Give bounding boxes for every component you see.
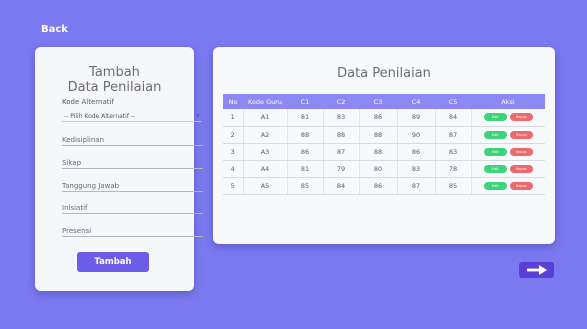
- table-row: 5 A5 85 84 86 87 85 Edit Hapus: [223, 177, 545, 195]
- cell-c2: 83: [323, 109, 360, 127]
- cell-aksi: Edit Hapus: [471, 160, 545, 178]
- kode-alternatif-value: -- Pilih Kode Alternatif --: [64, 112, 136, 120]
- cell-kode: A3: [243, 143, 288, 161]
- cell-c1: 88: [287, 126, 324, 144]
- inisiatif-field[interactable]: [62, 202, 203, 214]
- header-c4: C4: [397, 94, 435, 109]
- header-kode-guru: Kode Guru: [243, 94, 287, 109]
- edit-button[interactable]: Edit: [483, 113, 507, 122]
- cell-no: 2: [223, 126, 244, 144]
- hapus-button[interactable]: Hapus: [509, 130, 533, 139]
- cell-aksi: Edit Hapus: [471, 126, 545, 144]
- cell-c1: 81: [287, 109, 324, 127]
- hapus-button[interactable]: Hapus: [509, 147, 533, 156]
- arrow-right-icon: [526, 265, 547, 275]
- cell-c3: 88: [359, 126, 398, 144]
- cell-aksi: Edit Hapus: [471, 143, 545, 161]
- form-title-line2: Data Penilaian: [67, 80, 162, 95]
- table-row: 2 A2 88 88 88 90 87 Edit Hapus: [223, 126, 545, 144]
- cell-c5: 87: [435, 126, 472, 144]
- form-title-line1: Tambah: [89, 65, 140, 80]
- cell-c3: 86: [359, 177, 398, 195]
- header-c5: C5: [435, 94, 471, 109]
- tambah-button[interactable]: Tambah: [77, 252, 149, 272]
- cell-c5: 84: [435, 109, 472, 127]
- cell-c2: 88: [323, 126, 360, 144]
- cell-aksi: Edit Hapus: [471, 177, 545, 195]
- cell-c2: 79: [323, 160, 360, 178]
- cell-c3: 88: [359, 143, 398, 161]
- hapus-button[interactable]: Hapus: [509, 164, 533, 173]
- cell-no: 5: [223, 177, 244, 195]
- edit-button[interactable]: Edit: [483, 164, 507, 173]
- cell-c3: 86: [359, 109, 398, 127]
- cell-c5: 78: [435, 160, 472, 178]
- cell-c5: 85: [435, 177, 472, 195]
- cell-c1: 85: [287, 177, 324, 195]
- cell-c1: 86: [287, 143, 324, 161]
- cell-c5: 83: [435, 143, 472, 161]
- assessment-table-card: Data Penilaian No Kode Guru C1 C2 C3 C4 …: [213, 47, 555, 244]
- cell-kode: A2: [243, 126, 288, 144]
- cell-kode: A5: [243, 177, 288, 195]
- table-row: 3 A3 86 87 88 86 83 Edit Hapus: [223, 143, 545, 161]
- cell-c3: 80: [359, 160, 398, 178]
- header-c1: C1: [287, 94, 323, 109]
- sikap-field[interactable]: [62, 157, 203, 169]
- cell-c4: 87: [397, 177, 436, 195]
- edit-button[interactable]: Edit: [483, 130, 507, 139]
- assessment-table: No Kode Guru C1 C2 C3 C4 C5 Aksi 1 A1 81…: [223, 94, 545, 195]
- cell-c1: 81: [287, 160, 324, 178]
- cell-c4: 90: [397, 126, 436, 144]
- cell-c4: 83: [397, 160, 436, 178]
- presensi-field[interactable]: [62, 225, 203, 237]
- kode-alternatif-label: Kode Alternatif: [62, 98, 114, 106]
- cell-no: 1: [223, 109, 244, 127]
- header-c2: C2: [323, 94, 359, 109]
- header-aksi: Aksi: [471, 94, 545, 109]
- tanggung-jawab-field[interactable]: [62, 180, 203, 192]
- caret-down-icon: ▾: [196, 113, 199, 119]
- header-no: No: [223, 94, 243, 109]
- cell-aksi: Edit Hapus: [471, 109, 545, 127]
- cell-c4: 89: [397, 109, 436, 127]
- next-button[interactable]: [519, 262, 554, 278]
- cell-kode: A4: [243, 160, 288, 178]
- hapus-button[interactable]: Hapus: [509, 113, 533, 122]
- cell-c4: 86: [397, 143, 436, 161]
- cell-c2: 87: [323, 143, 360, 161]
- back-link[interactable]: Back: [41, 24, 68, 35]
- table-row: 4 A4 81 79 80 83 78 Edit Hapus: [223, 160, 545, 178]
- cell-no: 4: [223, 160, 244, 178]
- edit-button[interactable]: Edit: [483, 147, 507, 156]
- edit-button[interactable]: Edit: [483, 181, 507, 190]
- table-header-row: No Kode Guru C1 C2 C3 C4 C5 Aksi: [223, 94, 545, 109]
- table-row: 1 A1 81 83 86 89 84 Edit Hapus: [223, 109, 545, 127]
- kode-alternatif-select[interactable]: -- Pilih Kode Alternatif -- ▾: [62, 111, 201, 122]
- table-title: Data Penilaian: [337, 66, 431, 81]
- kedisiplinan-field[interactable]: [62, 134, 203, 146]
- cell-c2: 84: [323, 177, 360, 195]
- cell-kode: A1: [243, 109, 288, 127]
- header-c3: C3: [359, 94, 397, 109]
- cell-no: 3: [223, 143, 244, 161]
- hapus-button[interactable]: Hapus: [509, 181, 533, 190]
